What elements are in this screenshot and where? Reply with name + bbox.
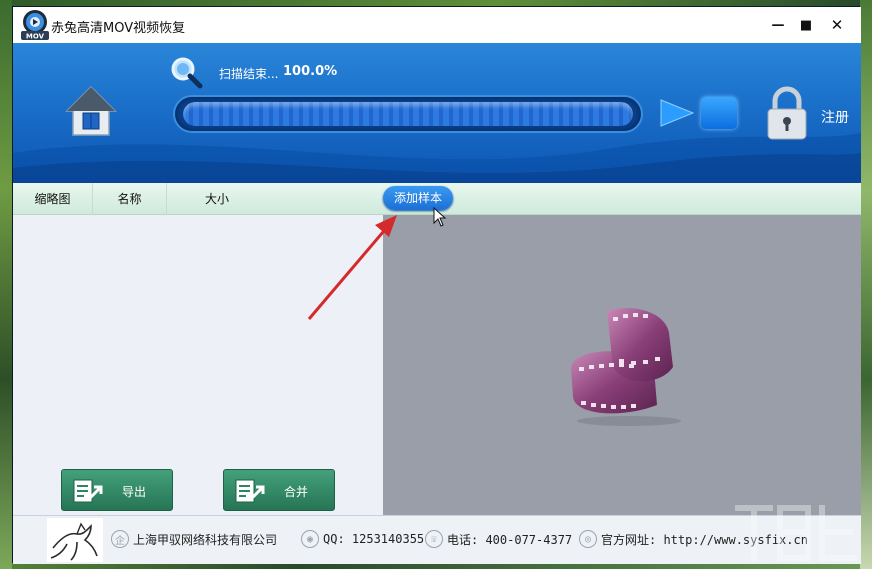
company-icon: 企 bbox=[111, 530, 129, 548]
scan-progress-bar bbox=[173, 95, 643, 133]
desktop-background-right bbox=[860, 0, 872, 569]
search-icon bbox=[171, 57, 203, 89]
footer-qq: ◉ QQ: 1253140355 bbox=[301, 530, 424, 548]
app-logo-icon: MOV bbox=[21, 10, 49, 41]
footer-company: 企 上海甲驭网络科技有限公司 bbox=[111, 530, 277, 548]
minimize-button[interactable]: — bbox=[769, 16, 787, 34]
footer-phone: ☏ 电话: 400-077-4377 bbox=[425, 530, 572, 548]
column-size[interactable]: 大小 bbox=[167, 183, 267, 215]
company-name: 上海甲驭网络科技有限公司 bbox=[133, 532, 278, 547]
export-button[interactable]: 导出 bbox=[61, 469, 173, 511]
film-reel-icon bbox=[571, 307, 681, 426]
home-icon[interactable] bbox=[63, 83, 119, 139]
progress-fill bbox=[183, 102, 633, 126]
title-bar: MOV 赤兔高清MOV视频恢复 — ■ ✕ bbox=[13, 7, 861, 43]
progress-track bbox=[183, 102, 633, 126]
column-thumbnail[interactable]: 缩略图 bbox=[13, 183, 93, 215]
close-button[interactable]: ✕ bbox=[828, 16, 846, 34]
phone-number: 电话: 400-077-4377 bbox=[447, 532, 573, 547]
merge-button[interactable]: 合并 bbox=[223, 469, 335, 511]
maximize-button[interactable]: ■ bbox=[797, 16, 815, 34]
scan-status-text: 扫描结束... bbox=[219, 67, 279, 81]
desktop-background-left bbox=[0, 0, 12, 569]
header-banner: 扫描结束... 100.0% 注册 bbox=[13, 43, 861, 183]
watermark-logo bbox=[735, 505, 857, 561]
window-title: 赤兔高清MOV视频恢复 bbox=[51, 21, 186, 36]
qq-icon: ◉ bbox=[301, 530, 319, 548]
qq-number: QQ: 1253140355 bbox=[323, 532, 425, 546]
app-logo-text: MOV bbox=[26, 33, 45, 41]
register-button[interactable]: 注册 bbox=[821, 107, 849, 127]
preview-panel bbox=[383, 215, 861, 515]
lock-icon[interactable] bbox=[765, 85, 809, 141]
mouse-cursor-icon bbox=[433, 207, 447, 227]
app-window: MOV 赤兔高清MOV视频恢复 — ■ ✕ 扫描结束... 100.0% 注册 … bbox=[12, 6, 861, 564]
export-label: 导出 bbox=[122, 485, 147, 499]
play-icon[interactable] bbox=[659, 98, 695, 128]
column-name[interactable]: 名称 bbox=[93, 183, 167, 215]
file-list-panel[interactable]: 导出 合并 bbox=[13, 215, 383, 515]
merge-label: 合并 bbox=[284, 485, 309, 499]
stop-icon[interactable] bbox=[701, 97, 737, 129]
globe-icon: ◎ bbox=[579, 530, 597, 548]
scan-percent: 100.0% bbox=[283, 64, 338, 79]
merge-icon bbox=[235, 479, 265, 503]
export-icon bbox=[73, 479, 103, 503]
company-logo-icon bbox=[47, 518, 103, 562]
phone-icon: ☏ bbox=[425, 530, 443, 548]
